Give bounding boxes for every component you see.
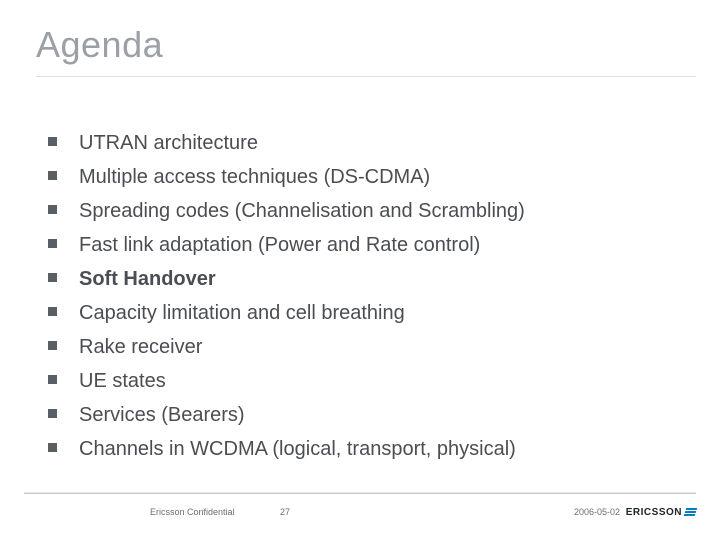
agenda-item-text: Channels in WCDMA (logical, transport, p… [79,436,516,462]
agenda-item: Soft Handover [48,266,680,292]
agenda-item: Fast link adaptation (Power and Rate con… [48,232,680,258]
agenda-item-text: Services (Bearers) [79,402,245,428]
agenda-item-text: Fast link adaptation (Power and Rate con… [79,232,480,258]
logo-bars-icon [684,508,698,516]
ericsson-logo: ERICSSON [626,507,696,518]
agenda-item: Services (Bearers) [48,402,680,428]
agenda-item-text: Spreading codes (Channelisation and Scra… [79,198,525,224]
square-bullet-icon [48,273,57,282]
footer-page: 27 [280,507,290,517]
square-bullet-icon [48,171,57,180]
square-bullet-icon [48,443,57,452]
footer: Ericsson Confidential 27 2006-05-02 ERIC… [0,502,720,522]
logo-text: ERICSSON [626,507,682,518]
square-bullet-icon [48,341,57,350]
slide: Agenda UTRAN architecture Multiple access… [0,0,720,540]
slide-title: Agenda [36,24,163,66]
agenda-item: UE states [48,368,680,394]
square-bullet-icon [48,205,57,214]
agenda-item: Channels in WCDMA (logical, transport, p… [48,436,680,462]
agenda-item: Capacity limitation and cell breathing [48,300,680,326]
agenda-item-text: Soft Handover [79,266,216,292]
agenda-item: Multiple access techniques (DS-CDMA) [48,164,680,190]
agenda-list: UTRAN architecture Multiple access techni… [48,130,680,470]
footer-date: 2006-05-02 [574,507,620,517]
footer-confidential: Ericsson Confidential [150,507,235,517]
agenda-item: Rake receiver [48,334,680,360]
agenda-item: Spreading codes (Channelisation and Scra… [48,198,680,224]
agenda-item-text: UE states [79,368,166,394]
agenda-item-text: Capacity limitation and cell breathing [79,300,405,326]
square-bullet-icon [48,409,57,418]
footer-divider [24,492,696,494]
square-bullet-icon [48,239,57,248]
title-divider [36,76,696,77]
square-bullet-icon [48,137,57,146]
agenda-item-text: Rake receiver [79,334,202,360]
agenda-item: UTRAN architecture [48,130,680,156]
square-bullet-icon [48,375,57,384]
agenda-item-text: UTRAN architecture [79,130,258,156]
agenda-item-text: Multiple access techniques (DS-CDMA) [79,164,430,190]
square-bullet-icon [48,307,57,316]
